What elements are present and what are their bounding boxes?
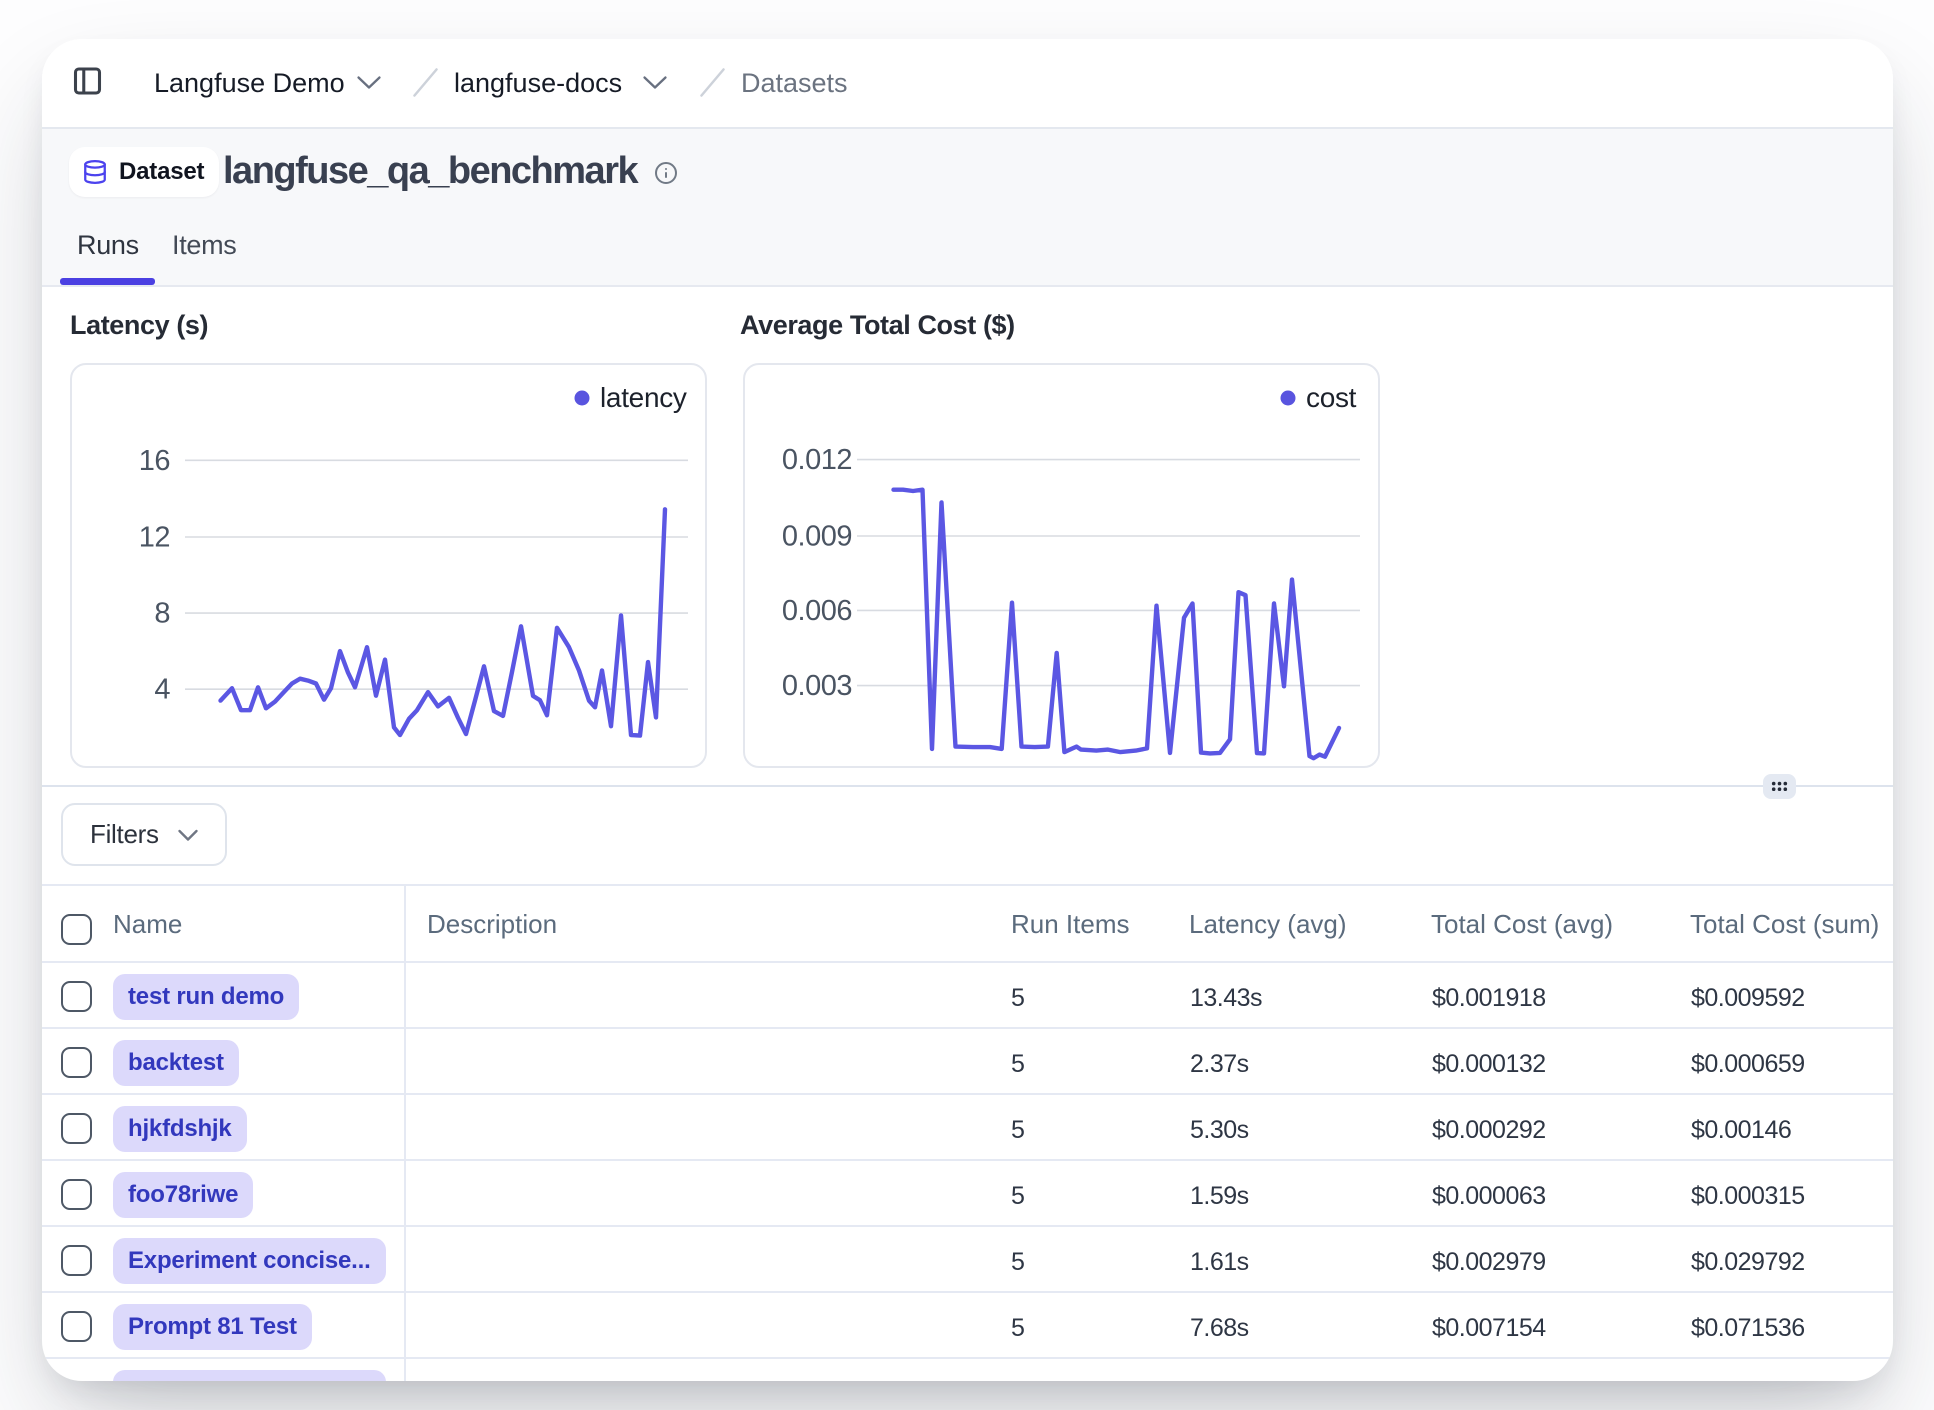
svg-text:0.009: 0.009 xyxy=(782,521,852,553)
svg-text:12: 12 xyxy=(139,522,170,554)
svg-text:0.006: 0.006 xyxy=(782,595,852,627)
svg-text:8: 8 xyxy=(154,598,170,630)
svg-text:0.012: 0.012 xyxy=(782,444,852,476)
svg-text:latency: latency xyxy=(600,382,687,413)
svg-text:4: 4 xyxy=(154,674,170,706)
svg-text:0.003: 0.003 xyxy=(782,670,852,702)
svg-text:16: 16 xyxy=(139,445,170,477)
svg-text:cost: cost xyxy=(1306,382,1357,413)
